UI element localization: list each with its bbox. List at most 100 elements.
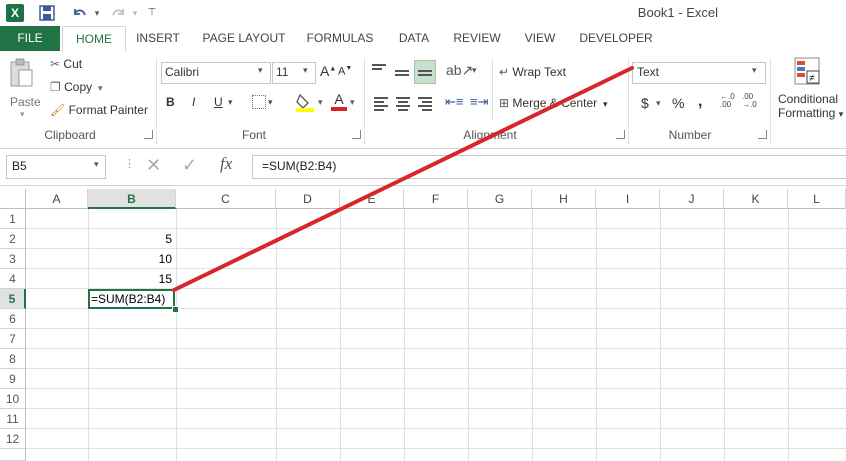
grow-font-button[interactable]: A▲ — [320, 63, 336, 79]
gridline — [26, 348, 846, 349]
tab-home[interactable]: HOME — [62, 26, 126, 53]
tab-file[interactable]: FILE — [0, 26, 60, 51]
row-header[interactable]: 7 — [0, 329, 26, 349]
clipboard-launcher-icon[interactable] — [144, 130, 153, 139]
tab-insert[interactable]: INSERT — [128, 26, 188, 51]
formula-input[interactable] — [252, 155, 846, 179]
column-header[interactable]: H — [532, 189, 596, 209]
orientation-icon[interactable]: ab↗ — [446, 62, 473, 79]
tab-data[interactable]: DATA — [390, 26, 438, 51]
format-painter-button[interactable]: 🖌 Format Painter — [50, 103, 148, 117]
row-header[interactable]: 10 — [0, 389, 26, 409]
percent-button[interactable]: % — [672, 95, 684, 111]
align-bottom-icon — [418, 70, 432, 76]
gridline — [26, 428, 846, 429]
tab-developer[interactable]: DEVELOPER — [574, 26, 658, 51]
column-header[interactable]: B — [88, 189, 176, 209]
column-header[interactable]: D — [276, 189, 340, 209]
row-header[interactable]: 2 — [0, 229, 26, 249]
row-header[interactable]: 11 — [0, 409, 26, 429]
align-right-icon[interactable] — [418, 95, 432, 113]
tab-formulas[interactable]: FORMULAS — [302, 26, 378, 51]
group-divider — [364, 58, 365, 144]
currency-button[interactable]: $ — [641, 95, 649, 111]
row-header[interactable]: 12 — [0, 429, 26, 449]
chevron-down-icon: ▾ — [318, 97, 323, 107]
column-header[interactable]: I — [596, 189, 660, 209]
column-header[interactable]: E — [340, 189, 404, 209]
align-middle-icon[interactable] — [395, 64, 409, 78]
tab-review[interactable]: REVIEW — [448, 26, 506, 51]
fill-handle[interactable] — [172, 306, 179, 313]
row-header[interactable]: 3 — [0, 249, 26, 269]
scissors-icon: ✂ — [50, 57, 61, 71]
wrap-text-button[interactable]: ↵ Wrap Text — [499, 65, 566, 79]
align-center-icon[interactable] — [396, 95, 410, 113]
row-header[interactable]: 1 — [0, 209, 26, 229]
decrease-decimal-icon[interactable]: .00 →.0 — [742, 93, 757, 109]
increase-decimal-icon[interactable]: ←.0.00 — [720, 93, 735, 109]
paste-button[interactable]: Paste ▾ — [8, 58, 41, 119]
svg-text:≠: ≠ — [809, 73, 815, 84]
alignment-launcher-icon[interactable] — [616, 130, 625, 139]
gridline — [26, 228, 846, 229]
bold-button[interactable]: B — [166, 95, 175, 109]
borders-icon[interactable] — [252, 95, 266, 109]
increase-indent-icon[interactable]: ≡⇥ — [470, 94, 488, 110]
row-header[interactable]: 6 — [0, 309, 26, 329]
column-header[interactable]: L — [788, 189, 846, 209]
italic-button[interactable]: I — [192, 95, 195, 109]
insert-function-icon[interactable]: fx — [220, 154, 232, 174]
column-header[interactable]: G — [468, 189, 532, 209]
gridline — [276, 209, 277, 461]
tab-view[interactable]: VIEW — [518, 26, 562, 51]
shrink-font-button[interactable]: A▼ — [338, 65, 352, 78]
enter-formula-icon[interactable]: ✓ — [182, 155, 197, 176]
cell-b5-text: =SUM(B2:B4) — [91, 292, 166, 306]
copy-label: Copy — [64, 80, 93, 94]
conditional-label: Conditional — [778, 92, 839, 106]
column-header[interactable]: C — [176, 189, 276, 209]
comma-button[interactable]: , — [698, 93, 702, 111]
row-header[interactable] — [0, 449, 26, 461]
fill-color-button[interactable] — [296, 92, 314, 115]
column-header[interactable]: K — [724, 189, 788, 209]
merge-center-button[interactable]: ⊞ Merge & Center ▾ — [499, 96, 607, 110]
copy-button[interactable]: ❐ Copy ▾ — [50, 80, 103, 94]
align-top-icon[interactable] — [372, 62, 386, 76]
number-launcher-icon[interactable] — [758, 130, 767, 139]
font-color-button[interactable]: A — [331, 91, 347, 111]
wrap-text-label: Wrap Text — [512, 65, 566, 79]
gridline — [788, 209, 789, 461]
cut-button[interactable]: ✂ Cut — [50, 57, 82, 71]
align-left-icon[interactable] — [374, 95, 388, 113]
row-header[interactable]: 9 — [0, 369, 26, 389]
formatting-label: Formatting ▾ — [778, 106, 844, 120]
cell-b2[interactable]: 5 — [88, 232, 172, 246]
decrease-indent-icon[interactable]: ⇤≡ — [445, 94, 463, 110]
column-header[interactable]: J — [660, 189, 724, 209]
row-header[interactable]: 5 — [0, 289, 26, 309]
cancel-formula-icon[interactable]: ✕ — [146, 155, 161, 176]
chevron-down-icon: ▾ — [94, 159, 99, 169]
number-format-value: Text — [637, 65, 660, 79]
window-title: Book1 - Excel — [637, 5, 718, 20]
paintbrush-icon: 🖌 — [50, 103, 66, 117]
gridline — [26, 268, 846, 269]
name-box-value: B5 — [12, 159, 27, 173]
cut-label: Cut — [63, 57, 83, 71]
cell-b4[interactable]: 15 — [88, 272, 172, 286]
font-launcher-icon[interactable] — [352, 130, 361, 139]
tab-page-layout[interactable]: PAGE LAYOUT — [196, 26, 292, 51]
paste-dropdown-icon: ▾ — [20, 109, 25, 119]
row-header[interactable]: 4 — [0, 269, 26, 289]
alignment-group-label: Alignment — [463, 128, 517, 142]
column-header[interactable]: F — [404, 189, 468, 209]
conditional-formatting-button[interactable]: Conditional Formatting ▾ — [778, 92, 843, 120]
cell-b3[interactable]: 10 — [88, 252, 172, 266]
column-header[interactable]: A — [26, 189, 88, 209]
row-header[interactable]: 8 — [0, 349, 26, 369]
align-bottom-button[interactable] — [414, 60, 436, 84]
select-all-corner[interactable] — [0, 189, 26, 209]
underline-button[interactable]: U — [214, 95, 223, 109]
